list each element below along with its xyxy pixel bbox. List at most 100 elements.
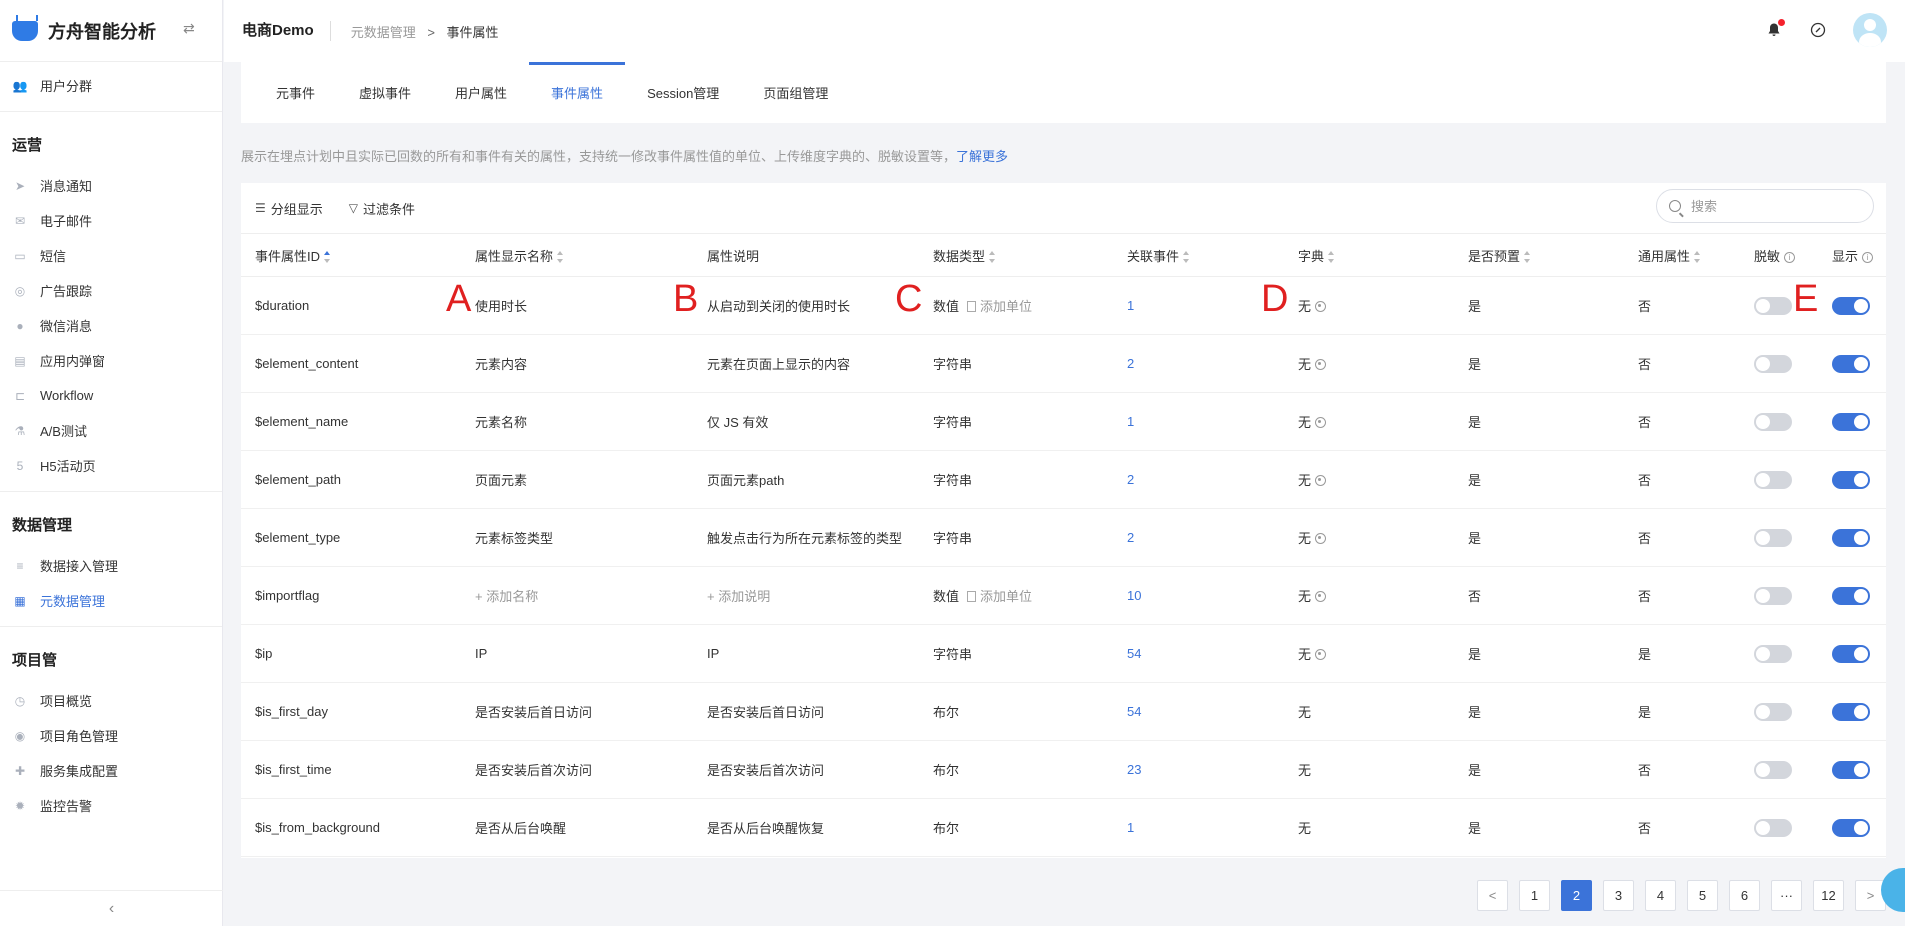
sidebar-item[interactable]: ▭ 短信 (0, 238, 222, 273)
page-button[interactable]: 4 (1645, 880, 1676, 911)
related-events-link[interactable]: 54 (1113, 682, 1284, 741)
property-desc[interactable]: 是否从后台唤醒恢复 (693, 798, 919, 857)
show-toggle[interactable] (1832, 354, 1870, 373)
related-events-link[interactable]: 2 (1113, 334, 1284, 393)
page-button[interactable]: ··· (1771, 880, 1802, 911)
gear-icon[interactable] (1315, 533, 1327, 544)
page-button[interactable]: 2 (1561, 880, 1592, 911)
show-toggle[interactable] (1832, 470, 1870, 489)
property-name[interactable]: 页面元素 (461, 450, 693, 509)
property-name[interactable]: 元素内容 (461, 334, 693, 393)
mask-toggle[interactable] (1754, 354, 1792, 373)
table-row[interactable]: $ip IP IP 字符串 54 无是是 (241, 624, 1886, 683)
tab-1[interactable]: 虚拟事件 (337, 62, 433, 123)
property-name[interactable]: IP (461, 624, 693, 683)
col-header-common[interactable]: 通用属性 (1624, 233, 1740, 277)
page-button[interactable]: 5 (1687, 880, 1718, 911)
show-toggle[interactable] (1832, 528, 1870, 547)
gear-icon[interactable] (1315, 417, 1327, 428)
related-events-link[interactable]: 1 (1113, 798, 1284, 857)
page-button[interactable]: 1 (1519, 880, 1550, 911)
property-name[interactable]: 元素名称 (461, 392, 693, 451)
table-row[interactable]: $element_content 元素内容 元素在页面上显示的内容 字符串 2 无 是否 (241, 334, 1886, 393)
property-name[interactable]: + 添加名称 (461, 566, 693, 625)
info-icon[interactable]: i (1862, 251, 1874, 263)
tab-5[interactable]: 页面组管理 (741, 62, 850, 123)
col-header-preset[interactable]: 是否预置 (1454, 233, 1624, 277)
related-events-link[interactable]: 1 (1113, 392, 1284, 451)
sidebar-item[interactable]: ⊏ Workflow (0, 378, 222, 413)
property-name[interactable]: 元素标签类型 (461, 508, 693, 567)
col-header-id[interactable]: 事件属性ID (241, 233, 461, 277)
show-toggle[interactable] (1832, 296, 1870, 315)
sidebar-item[interactable]: ◉ 项目角色管理 (0, 718, 222, 753)
tab-0[interactable]: 元事件 (271, 62, 337, 123)
table-row[interactable]: $is_from_background 是否从后台唤醒 是否从后台唤醒恢复 布尔 1 无 是… (241, 798, 1886, 857)
mask-toggle[interactable] (1754, 470, 1792, 489)
mask-toggle[interactable] (1754, 528, 1792, 547)
col-header-dict[interactable]: 字典 (1284, 233, 1454, 277)
mask-toggle[interactable] (1754, 296, 1792, 315)
mask-toggle[interactable] (1754, 818, 1792, 837)
sidebar-item[interactable]: ◎ 广告跟踪 (0, 273, 222, 308)
show-toggle[interactable] (1832, 586, 1870, 605)
page-button[interactable]: 6 (1729, 880, 1760, 911)
add-unit-button[interactable]: 添加单位 (967, 589, 1032, 604)
bell-icon[interactable] (1765, 19, 1785, 39)
col-header-type[interactable]: 数据类型 (919, 233, 1113, 277)
group-display-button[interactable]: ☰ 分组显示 (255, 199, 323, 218)
filter-button[interactable]: ▽ 过滤条件 (349, 199, 415, 218)
show-toggle[interactable] (1832, 760, 1870, 779)
tab-3[interactable]: 事件属性 (529, 62, 626, 123)
related-events-link[interactable]: 1 (1113, 276, 1284, 335)
gear-icon[interactable] (1315, 591, 1327, 602)
sidebar-item[interactable]: ⚗ A/B测试 (0, 413, 222, 448)
sidebar-item[interactable]: 5 H5活动页 (0, 448, 222, 483)
related-events-link[interactable]: 54 (1113, 624, 1284, 683)
table-row[interactable]: $is_first_time 是否安装后首次访问 是否安装后首次访问 布尔 23 无是否 (241, 740, 1886, 799)
table-row[interactable]: $element_name 元素名称仅 JS 有效 字符串 1 无 是否 (241, 392, 1886, 451)
table-row[interactable]: $importflag + 添加名称 + 添加说明 数值 添加单位 10 无 否否 (241, 566, 1886, 625)
add-unit-button[interactable]: 添加单位 (967, 299, 1032, 314)
project-switcher[interactable]: 电商Demo (242, 21, 331, 41)
related-events-link[interactable]: 2 (1113, 450, 1284, 509)
property-desc[interactable]: IP (693, 624, 919, 683)
sidebar-item[interactable]: ➤ 消息通知 (0, 168, 222, 203)
sidebar-item[interactable]: 👥 用户分群 (0, 68, 222, 103)
property-name[interactable]: 是否安装后首次访问 (461, 740, 693, 799)
collapse-sidebar-icon[interactable]: ‹ (0, 890, 223, 926)
table-row[interactable]: $element_path 页面元素 页面元素path 字符串 2 无 是否 (241, 450, 1886, 509)
gear-icon[interactable] (1315, 475, 1327, 486)
sidebar-item[interactable]: ● 微信消息 (0, 308, 222, 343)
related-events-link[interactable]: 10 (1113, 566, 1284, 625)
tab-2[interactable]: 用户属性 (433, 62, 529, 123)
property-name[interactable]: 是否从后台唤醒 (461, 798, 693, 857)
sidebar-item[interactable]: ▦ 元数据管理 (0, 583, 222, 618)
sort-icon[interactable] (1183, 251, 1190, 264)
show-toggle[interactable] (1832, 818, 1870, 837)
show-toggle[interactable] (1832, 644, 1870, 663)
link-icon[interactable] (1809, 21, 1827, 39)
gear-icon[interactable] (1315, 301, 1327, 312)
mask-toggle[interactable] (1754, 760, 1792, 779)
table-row[interactable]: $is_first_day 是否安装后首日访问 是否安装后首日访问 布尔 54 无是是 (241, 682, 1886, 741)
property-desc[interactable]: + 添加说明 (693, 566, 919, 625)
sort-asc-icon[interactable] (324, 251, 331, 264)
sidebar-item[interactable]: ≡ 数据接入管理 (0, 548, 222, 583)
property-desc[interactable]: 是否安装后首次访问 (693, 740, 919, 799)
sort-icon[interactable] (1694, 251, 1701, 264)
gear-icon[interactable] (1315, 359, 1327, 370)
search-input[interactable] (1691, 198, 1841, 214)
mask-toggle[interactable] (1754, 412, 1792, 431)
learn-more-link[interactable]: 了解更多 (956, 149, 1008, 164)
sort-icon[interactable] (557, 251, 564, 264)
tab-4[interactable]: Session管理 (625, 62, 741, 123)
sort-icon[interactable] (989, 251, 996, 264)
breadcrumb-parent[interactable]: 元数据管理 (351, 25, 416, 40)
info-icon[interactable]: i (1784, 251, 1796, 263)
page-button[interactable]: 12 (1813, 880, 1844, 911)
property-desc[interactable]: 仅 JS 有效 (693, 392, 919, 451)
sidebar-item[interactable]: ✹ 监控告警 (0, 788, 222, 823)
sidebar-item[interactable]: ◷ 项目概览 (0, 683, 222, 718)
sidebar-item[interactable]: ✚ 服务集成配置 (0, 753, 222, 788)
